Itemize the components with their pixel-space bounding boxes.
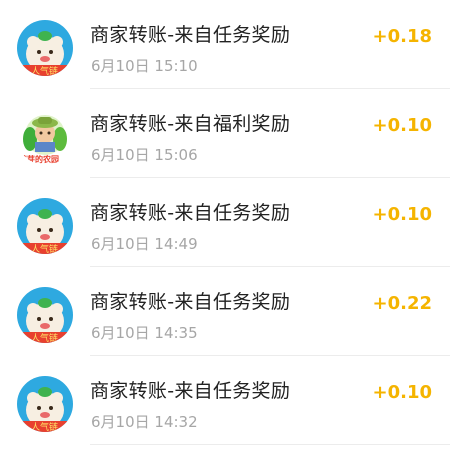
transaction-amount: +0.10: [372, 204, 433, 225]
avatar-text: 人气链: [31, 243, 58, 254]
transaction-row[interactable]: 人气链 商家转账-来自任务奖励 6月10日 14:35 +0.22: [0, 267, 450, 356]
transaction-time: 6月10日 14:49: [91, 235, 198, 253]
transaction-time: 6月10日 15:10: [91, 57, 198, 75]
transaction-title: 商家转账-来自任务奖励: [90, 380, 291, 402]
transaction-list: 人气链 商家转账-来自任务奖励 6月10日 15:10 +0.18 芽芽的农园: [0, 0, 450, 458]
transaction-row[interactable]: 人气链 商家转账-来自任务奖励 6月10日 14:49 +0.10: [0, 178, 450, 267]
transaction-time: 6月10日 14:32: [91, 413, 198, 431]
transaction-row[interactable]: 芽芽的农园 商家转账-来自福利奖励 6月10日 15:06 +0.10: [0, 89, 450, 178]
transaction-time: 6月10日 15:06: [91, 146, 198, 164]
sheep-avatar-icon: 人气链: [17, 376, 73, 432]
transaction-title: 商家转账-来自任务奖励: [90, 291, 291, 313]
transaction-amount: +0.18: [372, 26, 433, 47]
avatar-text: 芽芽的农园: [19, 154, 59, 164]
transaction-title: 商家转账-来自福利奖励: [90, 113, 291, 135]
sheep-avatar-icon: 人气链: [17, 20, 73, 76]
row-divider: [90, 444, 450, 445]
transaction-row[interactable]: 人气链 商家转账-来自任务奖励 6月10日 15:10 +0.18: [0, 0, 450, 89]
avatar-text: 人气链: [31, 332, 58, 343]
transaction-title: 商家转账-来自任务奖励: [90, 24, 291, 46]
transaction-amount: +0.22: [372, 293, 433, 314]
transaction-amount: +0.10: [372, 382, 433, 403]
transaction-row[interactable]: 人气链 商家转账-来自任务奖励 6月10日 14:32 +0.10: [0, 356, 450, 445]
transaction-time: 6月10日 14:35: [91, 324, 198, 342]
avatar-text: 人气链: [31, 421, 58, 432]
sheep-avatar-icon: 人气链: [17, 198, 73, 254]
farm-avatar-icon: 芽芽的农园: [17, 109, 73, 165]
sheep-avatar-icon: 人气链: [17, 287, 73, 343]
transaction-title: 商家转账-来自任务奖励: [90, 202, 291, 224]
avatar-text: 人气链: [31, 65, 58, 76]
transaction-amount: +0.10: [372, 115, 433, 136]
